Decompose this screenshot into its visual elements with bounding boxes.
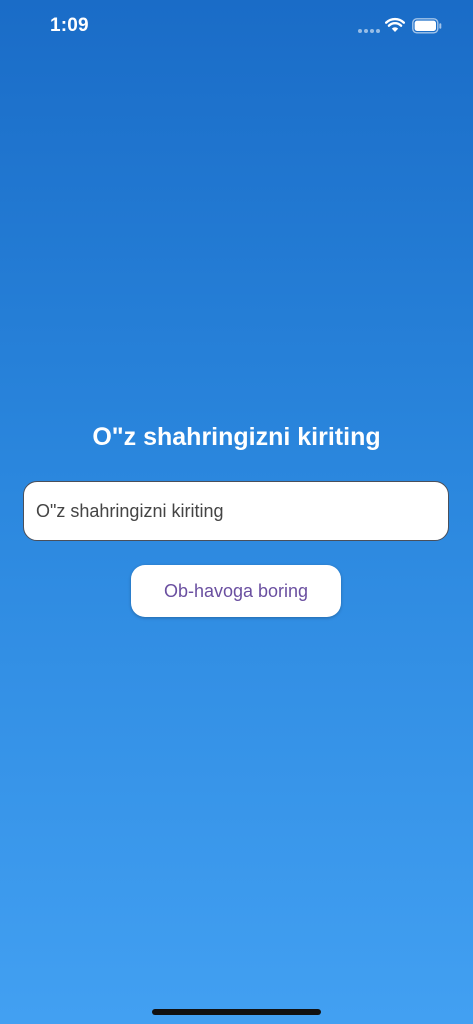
wifi-icon (385, 17, 405, 32)
status-bar: 1:09 (0, 0, 473, 54)
battery-icon (412, 18, 442, 34)
status-time: 1:09 (50, 15, 89, 36)
city-input[interactable] (23, 481, 449, 541)
go-to-weather-button[interactable]: Ob-havoga boring (131, 565, 341, 617)
signal-dots-icon (358, 29, 380, 33)
page-title: O"z shahringizni kiriting (92, 423, 381, 451)
home-indicator (152, 1009, 321, 1015)
